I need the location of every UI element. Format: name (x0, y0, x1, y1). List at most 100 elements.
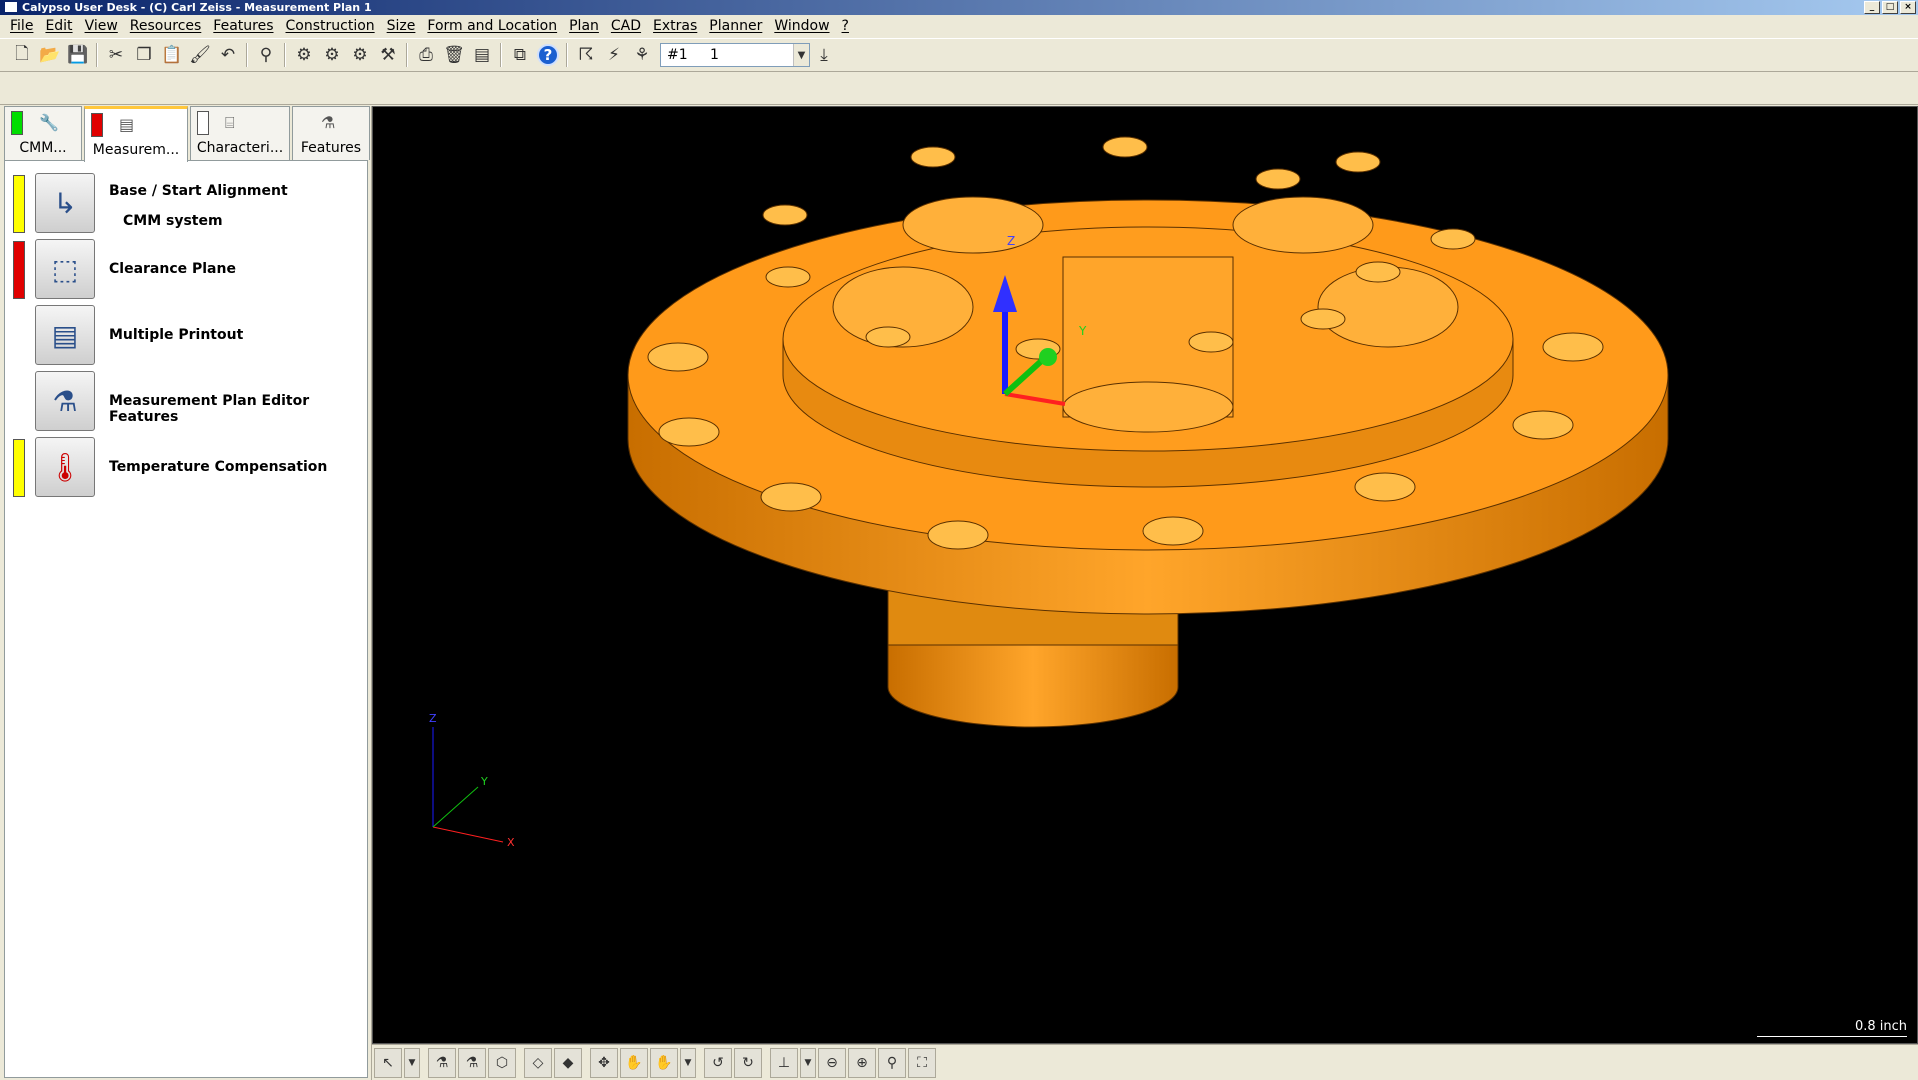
scale-label: 0.8 inch (1854, 1019, 1907, 1034)
feature-link-icon[interactable]: ⚙ (346, 41, 374, 69)
cad-viewport[interactable]: Z Y Z Y X 0.8 inch (372, 106, 1918, 1044)
axis-view-icon[interactable]: ⊥ (770, 1047, 798, 1078)
copy-icon[interactable]: ❐ (130, 41, 158, 69)
status-bar (13, 175, 25, 233)
list-item[interactable]: ⬚ Clearance Plane (5, 239, 365, 301)
select-mode-icon[interactable]: ↖ (374, 1047, 402, 1078)
new-file-icon[interactable]: 🗋 (8, 41, 36, 69)
toolbar-separator (406, 43, 408, 67)
entry-label: Measurement Plan Editor Features (109, 393, 310, 425)
menu-plan[interactable]: Plan (563, 18, 605, 34)
help-icon[interactable]: ? (534, 41, 562, 69)
tab-label: Features (300, 140, 362, 156)
minimize-button[interactable]: _ (1864, 1, 1880, 14)
left-panel: 🔧 CMM... ▤ Measurem... ⌸ Characteri... ⚗… (0, 106, 372, 1080)
stylus-select[interactable]: #1 1 ▼ (660, 43, 810, 67)
feature-select-icon[interactable]: ⚙ (290, 41, 318, 69)
menu-planner[interactable]: Planner (703, 18, 768, 34)
feature-view2-icon[interactable]: ⚗ (458, 1047, 486, 1078)
cut-icon[interactable]: ✂ (102, 41, 130, 69)
triad-x-line (432, 826, 504, 843)
menu-size[interactable]: Size (381, 18, 422, 34)
clearance-plane-icon[interactable]: ⬚ (35, 239, 95, 299)
save-icon[interactable]: 💾 (64, 41, 92, 69)
zoom-icon[interactable]: ⚲ (878, 1047, 906, 1078)
menu-cad[interactable]: CAD (605, 18, 647, 34)
probe-down-icon[interactable]: ⤓ (810, 41, 838, 69)
chevron-down-icon[interactable]: ▼ (793, 44, 809, 66)
z-axis-label: Z (1007, 234, 1015, 248)
menu-form-and-location[interactable]: Form and Location (421, 18, 563, 34)
main-toolbar: 🗋 📂 💾 ✂ ❐ 📋 🖌 ↶ ⚲ ⚙ ⚙ ⚙ ⚒ ⎙ 🗑 ▤ ⧉ ? ☈ ⚡ … (0, 38, 1918, 72)
feature-filter-icon[interactable]: ⚙ (318, 41, 346, 69)
tab-characteristics[interactable]: ⌸ Characteri... (190, 106, 290, 160)
delete-icon[interactable]: 🗑 (440, 41, 468, 69)
print-icon[interactable]: ⎙ (412, 41, 440, 69)
menu-resources[interactable]: Resources (124, 18, 208, 34)
thermometer-icon[interactable]: 🌡 (35, 437, 95, 497)
zoom-in-icon[interactable]: ⊕ (848, 1047, 876, 1078)
menu-view[interactable]: View (79, 18, 124, 34)
features-icon[interactable]: ⚗ (35, 371, 95, 431)
chevron-down-icon[interactable]: ▼ (404, 1047, 420, 1078)
menu-extras[interactable]: Extras (647, 18, 703, 34)
chevron-down-icon[interactable]: ▼ (680, 1047, 696, 1078)
stylus-system-icon[interactable]: ☈ (572, 41, 600, 69)
measurement-plan-icon: ▤ (119, 115, 135, 134)
tab-measurement-plan[interactable]: ▤ Measurem... (84, 106, 188, 162)
clipboard-icon[interactable]: ⧉ (506, 41, 534, 69)
list-item[interactable]: ▤ Multiple Printout (5, 305, 365, 367)
list-item[interactable]: ⚗ Measurement Plan Editor Features (5, 371, 365, 433)
report-icon[interactable]: ▤ (468, 41, 496, 69)
zoom-out-icon[interactable]: ⊖ (818, 1047, 846, 1078)
center-bore (1062, 381, 1234, 433)
menu-features[interactable]: Features (207, 18, 279, 34)
list-item[interactable]: ↳ Base / Start Alignment CMM system (5, 173, 365, 235)
open-file-icon[interactable]: 📂 (36, 41, 64, 69)
brush-icon[interactable]: 🖌 (186, 41, 214, 69)
entry-sublabel[interactable]: CMM system (123, 213, 223, 229)
menu-help[interactable]: ? (836, 18, 855, 34)
scale-line (1757, 1036, 1907, 1037)
rotate-left-icon[interactable]: ↺ (704, 1047, 732, 1078)
alignment-icon[interactable]: ↳ (35, 173, 95, 233)
feature-view-icon[interactable]: ⚗ (428, 1047, 456, 1078)
move-icon[interactable]: ✥ (590, 1047, 618, 1078)
printout-icon[interactable]: ▤ (35, 305, 95, 365)
toolbar-separator (246, 43, 248, 67)
paste-icon[interactable]: 📋 (158, 41, 186, 69)
cad-model[interactable]: Z Y Z Y X (373, 107, 1918, 1044)
panel-tabs: 🔧 CMM... ▤ Measurem... ⌸ Characteri... ⚗… (4, 106, 370, 162)
tab-cmm[interactable]: 🔧 CMM... (4, 106, 82, 160)
chevron-down-icon[interactable]: ▼ (800, 1047, 816, 1078)
status-bar (13, 439, 25, 497)
tools-icon[interactable]: ⚒ (374, 41, 402, 69)
rotate-hand-icon[interactable]: ✋ (650, 1047, 678, 1078)
menu-window[interactable]: Window (768, 18, 835, 34)
menu-edit[interactable]: Edit (39, 18, 78, 34)
fit-view-icon[interactable]: ⛶ (908, 1047, 936, 1078)
menu-file[interactable]: File (4, 18, 39, 34)
rotary-table-icon[interactable]: ⚘ (628, 41, 656, 69)
binoculars-icon[interactable]: ⚲ (252, 41, 280, 69)
menu-construction[interactable]: Construction (280, 18, 381, 34)
menu-bar: File Edit View Resources Features Constr… (0, 15, 1918, 37)
solid-icon[interactable]: ◆ (554, 1047, 582, 1078)
wireframe-icon[interactable]: ◇ (524, 1047, 552, 1078)
pan-hand-icon[interactable]: ✋ (620, 1047, 648, 1078)
close-button[interactable]: × (1900, 1, 1916, 14)
window-title: Calypso User Desk - (C) Carl Zeiss - Mea… (22, 1, 372, 14)
stylus-probe-icon[interactable]: ⚡ (600, 41, 628, 69)
list-item[interactable]: 🌡 Temperature Compensation (5, 437, 365, 499)
undo-icon[interactable]: ↶ (214, 41, 242, 69)
bore (902, 196, 1044, 254)
scale-indicator: 0.8 inch (1757, 1019, 1907, 1037)
cube-icon[interactable]: ⬡ (488, 1047, 516, 1078)
rotate-right-icon[interactable]: ↻ (734, 1047, 762, 1078)
entry-label: Multiple Printout (109, 327, 244, 343)
tab-label: Characteri... (196, 140, 284, 156)
restore-button[interactable]: □ (1882, 1, 1898, 14)
toolbar-separator (96, 43, 98, 67)
triad-z-label: Z (429, 712, 437, 725)
tab-features[interactable]: ⚗ Features (292, 106, 370, 160)
